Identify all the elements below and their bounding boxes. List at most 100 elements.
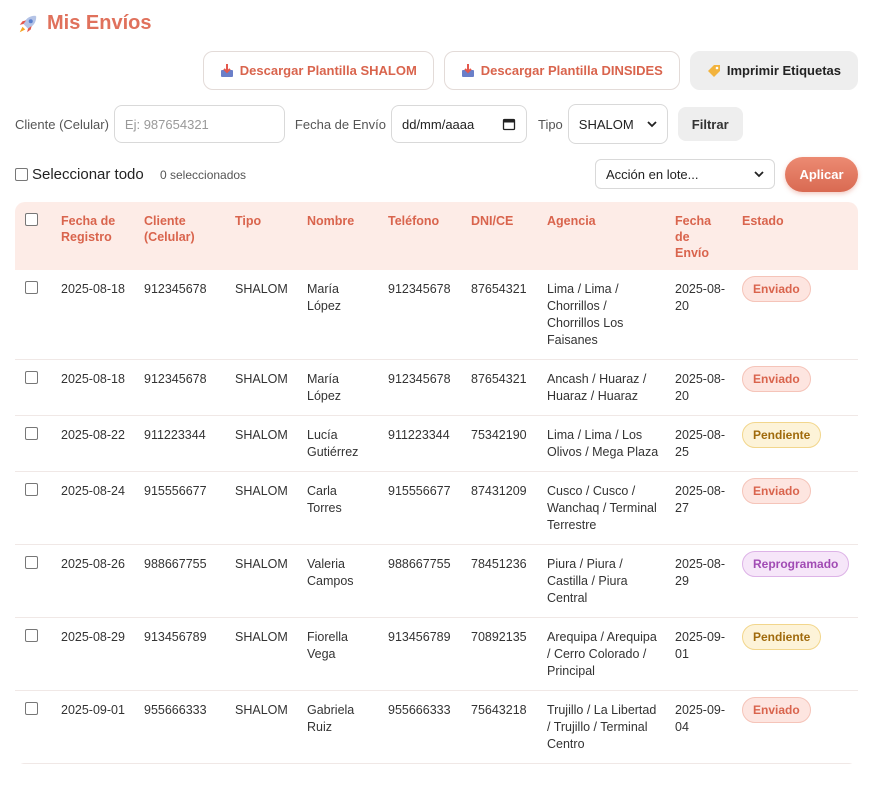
shipping-date-cell: 2025-09-01	[667, 617, 734, 691]
name-cell: Valeria Campos	[299, 544, 380, 618]
table-row: 2025-08-29 913456789 SHALOM Fiorella Vega 91…	[15, 617, 858, 691]
registration-date-cell: 2025-08-26	[53, 544, 136, 618]
client-phone-cell: 912345678	[136, 270, 227, 360]
row-checkbox[interactable]	[25, 371, 38, 384]
chevron-down-icon	[647, 121, 657, 128]
dni-cell: 70892135	[463, 617, 539, 691]
row-checkbox[interactable]	[25, 556, 38, 569]
column-header: Agencia	[547, 214, 596, 228]
row-checkbox[interactable]	[25, 702, 38, 715]
type-select-value: SHALOM	[578, 116, 634, 132]
select-all-label: Seleccionar todo	[32, 166, 144, 183]
bulk-action-value: Acción en lote...	[606, 166, 699, 182]
type-cell: SHALOM	[227, 690, 299, 764]
shipping-date-cell: 2025-08-29	[667, 544, 734, 618]
row-select-cell	[15, 617, 53, 691]
download-dinsides-label: Descargar Plantilla DINSIDES	[480, 63, 663, 78]
header-checkbox[interactable]	[25, 213, 38, 226]
rocket-icon	[19, 15, 37, 32]
phone-cell: 913456789	[380, 617, 463, 691]
phone-cell: 911223344	[380, 415, 463, 472]
dni-cell: 75342190	[463, 415, 539, 472]
table-row: 2025-08-18 912345678 SHALOM María López 9123…	[15, 270, 858, 360]
name-cell: Fiorella Vega	[299, 617, 380, 691]
row-select-cell	[15, 359, 53, 416]
type-select[interactable]: SHALOM	[567, 104, 668, 144]
shipping-date-cell: 2025-08-20	[667, 359, 734, 416]
client-search-placeholder: Ej: 987654321	[124, 116, 209, 132]
shipping-date-input[interactable]: dd/mm/aaaa	[390, 105, 527, 143]
registration-date-cell: 2025-09-01	[53, 690, 136, 764]
registration-date-cell: 2025-08-24	[53, 471, 136, 545]
dni-cell: 78451236	[463, 544, 539, 618]
type-cell: SHALOM	[227, 617, 299, 691]
registration-date-cell: 2025-08-18	[53, 359, 136, 416]
table-row: 2025-08-24 915556677 SHALOM Carla Torres 915…	[15, 471, 858, 545]
status-badge: Enviado	[742, 276, 811, 302]
column-header: Tipo	[235, 214, 262, 228]
row-checkbox[interactable]	[25, 427, 38, 440]
print-labels-button[interactable]: Imprimir Etiquetas	[689, 51, 858, 90]
selected-count: 0 seleccionados	[160, 168, 247, 182]
chevron-down-icon	[754, 171, 764, 178]
registration-date-cell: 2025-08-18	[53, 270, 136, 360]
type-cell: SHALOM	[227, 270, 299, 360]
table-row: 2025-08-18 912345678 SHALOM María López 9123…	[15, 359, 858, 416]
type-filter-label: Tipo	[537, 116, 563, 132]
agency-cell: Lima / Lima / Chorrillos / Chorrillos Lo…	[539, 270, 667, 360]
status-cell: Reprogramado	[734, 544, 858, 618]
type-cell: SHALOM	[227, 471, 299, 545]
shipments-table: Fecha de Registro Cliente (Celular) Tipo…	[15, 202, 858, 764]
agency-cell: Trujillo / La Libertad / Trujillo / Term…	[539, 690, 667, 764]
client-phone-cell: 955666333	[136, 690, 227, 764]
column-header: Fecha de Registro	[61, 214, 116, 244]
name-cell: Carla Torres	[299, 471, 380, 545]
client-phone-cell: 988667755	[136, 544, 227, 618]
row-checkbox[interactable]	[25, 483, 38, 496]
phone-cell: 912345678	[380, 270, 463, 360]
name-cell: María López	[299, 359, 380, 416]
select-all-checkbox[interactable]	[15, 168, 28, 181]
shipping-date-cell: 2025-09-04	[667, 690, 734, 764]
apply-button[interactable]: Aplicar	[785, 157, 858, 192]
client-phone-cell: 911223344	[136, 415, 227, 472]
name-cell: María López	[299, 270, 380, 360]
filter-button[interactable]: Filtrar	[677, 107, 743, 141]
client-search-input[interactable]: Ej: 987654321	[113, 105, 285, 143]
status-badge: Pendiente	[742, 624, 822, 650]
dni-cell: 87654321	[463, 359, 539, 416]
row-checkbox[interactable]	[25, 629, 38, 642]
page-title: Mis Envíos	[17, 12, 151, 35]
phone-cell: 915556677	[380, 471, 463, 545]
page-title-text: Mis Envíos	[47, 12, 152, 34]
row-select-cell	[15, 415, 53, 472]
download-shalom-label: Descargar Plantilla SHALOM	[239, 63, 417, 78]
select-all-control[interactable]: Seleccionar todo	[15, 166, 144, 183]
status-cell: Pendiente	[734, 415, 858, 472]
status-badge: Enviado	[742, 697, 811, 723]
table-row: 2025-08-26 988667755 SHALOM Valeria Campos 9…	[15, 544, 858, 618]
agency-cell: Cusco / Cusco / Wanchaq / Terminal Terre…	[539, 471, 667, 545]
row-select-cell	[15, 471, 53, 545]
registration-date-cell: 2025-08-29	[53, 617, 136, 691]
calendar-icon[interactable]	[502, 117, 516, 131]
agency-cell: Lima / Lima / Los Olivos / Mega Plaza	[539, 415, 667, 472]
phone-cell: 988667755	[380, 544, 463, 618]
row-checkbox[interactable]	[25, 281, 38, 294]
inbox-download-icon	[220, 63, 233, 77]
status-badge: Pendiente	[742, 422, 822, 448]
bulk-action-select[interactable]: Acción en lote...	[595, 159, 775, 189]
type-cell: SHALOM	[227, 359, 299, 416]
download-dinsides-template-button[interactable]: Descargar Plantilla DINSIDES	[443, 51, 680, 90]
table-row: 2025-08-22 911223344 SHALOM Lucía Gutiérrez…	[15, 415, 858, 472]
dni-cell: 87431209	[463, 471, 539, 545]
download-shalom-template-button[interactable]: Descargar Plantilla SHALOM	[202, 51, 434, 90]
column-header: DNI/CE	[471, 214, 514, 228]
client-phone-cell: 915556677	[136, 471, 227, 545]
status-badge: Enviado	[742, 366, 811, 392]
status-cell: Enviado	[734, 359, 858, 416]
table-header-row: Fecha de Registro Cliente (Celular) Tipo…	[15, 202, 858, 270]
column-header: Fecha de Envío	[675, 214, 712, 260]
tag-icon	[707, 64, 720, 77]
agency-cell: Arequipa / Arequipa / Cerro Colorado / P…	[539, 617, 667, 691]
